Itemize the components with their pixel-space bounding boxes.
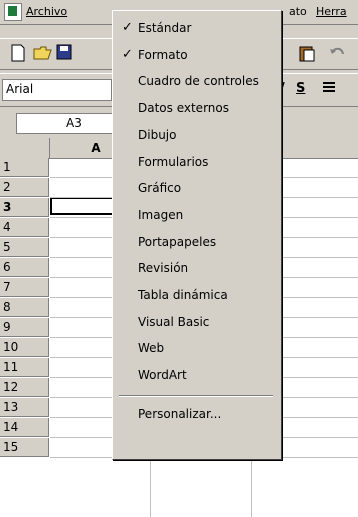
menu-item-label: Visual Basic	[138, 314, 210, 329]
menu-item-label: Datos externos	[138, 101, 229, 116]
row-header[interactable]: 3	[0, 198, 49, 217]
row-header[interactable]: 12	[0, 378, 49, 397]
menu-item-label: Estándar	[138, 21, 192, 35]
menu-item-label: Imagen	[138, 207, 184, 222]
toolbar-menu-item[interactable]: ✓ Formato	[113, 42, 281, 68]
row-header[interactable]: 4	[0, 218, 49, 237]
menu-item-label: WordArt	[138, 368, 187, 383]
font-name-value: Arial	[6, 82, 34, 96]
menu-item-label: Gráfico	[138, 181, 182, 196]
save-icon[interactable]	[56, 44, 76, 64]
menu-item-label: Cuadro de controles	[138, 74, 259, 89]
menu-item-label: Tabla dinámica	[138, 288, 228, 302]
new-document-icon[interactable]	[10, 44, 30, 64]
toolbar-menu-item[interactable]: Datos externos	[113, 95, 281, 121]
menu-separator	[119, 394, 273, 397]
menu-item-label: Formato	[138, 47, 188, 62]
font-name-select[interactable]: Arial	[2, 79, 112, 101]
menu-item-label: Portapapeles	[138, 234, 217, 249]
row-header[interactable]: 8	[0, 298, 49, 317]
toolbar-menu-item[interactable]: Tabla dinámica	[113, 282, 281, 308]
select-all-corner[interactable]	[0, 138, 50, 159]
menu-herramientas[interactable]: Herra	[316, 5, 347, 18]
underline-button[interactable]: S	[296, 81, 305, 96]
toolbars-dropdown-menu: ✓ Estándar ✓ Formato Cuadro de controles Dato…	[112, 10, 282, 460]
menu-item-label: Dibujo	[138, 127, 177, 142]
row-header[interactable]: 7	[0, 278, 49, 297]
align-left-icon[interactable]	[323, 81, 335, 95]
row-header[interactable]: 15	[0, 438, 49, 457]
row-header[interactable]: 9	[0, 318, 49, 337]
toolbar-menu-item[interactable]: Cuadro de controles	[113, 68, 281, 94]
toolbar-menu-item[interactable]: Imagen	[113, 202, 281, 228]
checkmark-icon: ✓	[122, 20, 133, 35]
toolbar-menu-item[interactable]: WordArt	[113, 362, 281, 388]
toolbar-menu-item[interactable]: Dibujo	[113, 122, 281, 148]
toolbar-menu-item[interactable]: Revisión	[113, 255, 281, 281]
paste-icon[interactable]	[298, 44, 318, 64]
row-header[interactable]: 13	[0, 398, 49, 417]
toolbar-menu-item[interactable]: Visual Basic	[113, 309, 281, 335]
excel-app-icon[interactable]	[4, 3, 22, 21]
customize-menu-item[interactable]: Personalizar...	[113, 401, 281, 427]
row-header[interactable]: 11	[0, 358, 49, 377]
menu-formato-partial[interactable]: ato	[289, 5, 307, 18]
toolbar-menu-item[interactable]: Web	[113, 335, 281, 361]
row-header[interactable]: 2	[0, 178, 49, 197]
row-header[interactable]: 1	[0, 158, 49, 177]
undo-icon[interactable]	[328, 44, 348, 64]
menu-archivo[interactable]: Archivo	[26, 5, 67, 18]
name-box-value: A3	[66, 116, 82, 130]
menu-item-label: Revisión	[138, 261, 189, 276]
open-folder-icon[interactable]	[33, 44, 53, 64]
toolbar-menu-item[interactable]: ✓ Estándar	[113, 15, 281, 41]
menu-item-label: Personalizar...	[138, 406, 222, 421]
row-header[interactable]: 5	[0, 238, 49, 257]
toolbar-menu-item[interactable]: Gráfico	[113, 175, 281, 201]
checkmark-icon: ✓	[122, 46, 133, 62]
row-header[interactable]: 14	[0, 418, 49, 437]
toolbar-menu-item[interactable]: Formularios	[113, 149, 281, 175]
row-header[interactable]: 6	[0, 258, 49, 277]
row-header[interactable]: 10	[0, 338, 49, 357]
toolbar-menu-item[interactable]: Portapapeles	[113, 229, 281, 255]
menu-item-label: Formularios	[138, 154, 209, 169]
menu-item-label: Web	[138, 341, 165, 356]
